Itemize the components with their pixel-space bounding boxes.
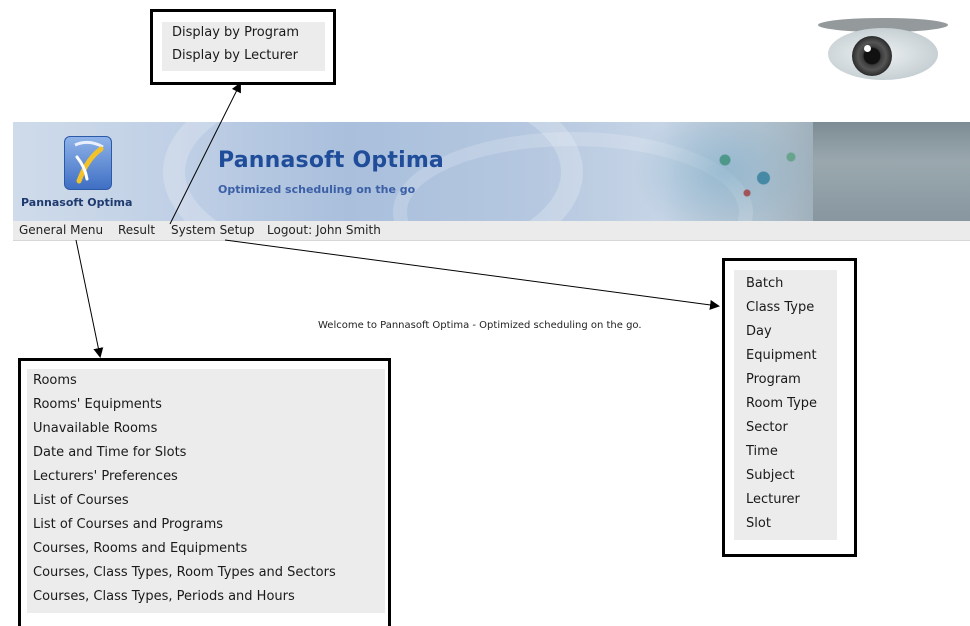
arrow-result [169, 82, 241, 225]
arrow-general-menu [75, 239, 104, 358]
arrow-system-setup [224, 239, 720, 310]
callout-arrows [75, 82, 720, 358]
